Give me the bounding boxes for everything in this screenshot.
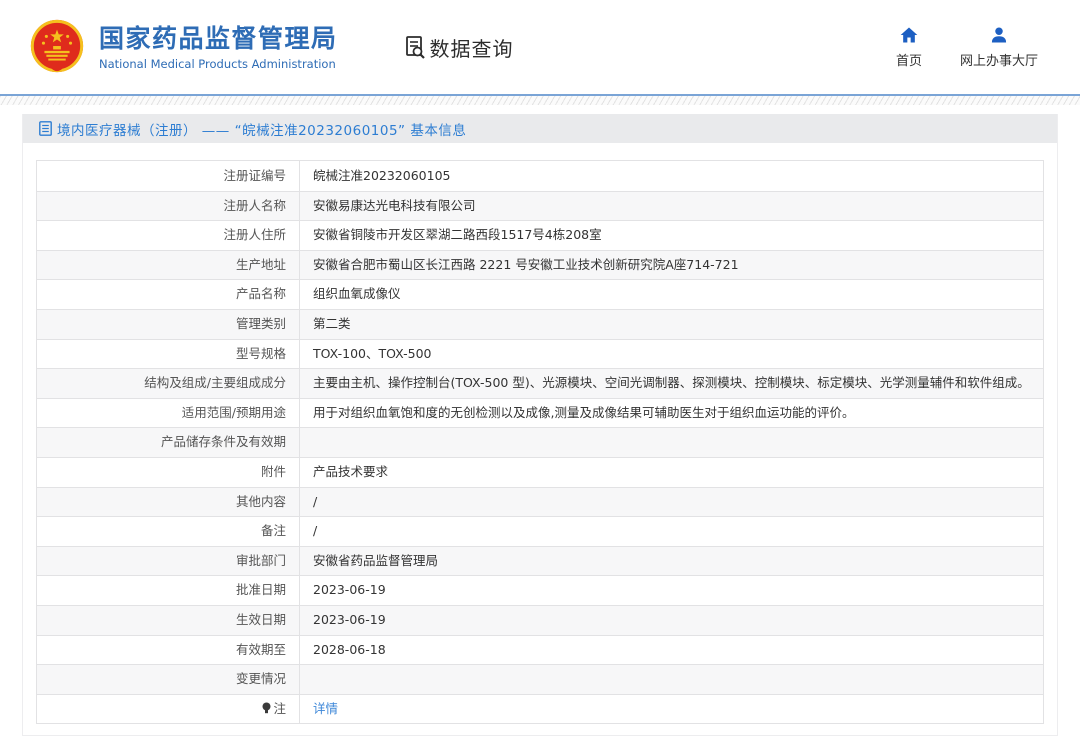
row-label: 生产地址 xyxy=(37,250,300,280)
row-label: 注册人名称 xyxy=(37,191,300,221)
table-row: 产品名称 组织血氧成像仪 xyxy=(37,279,1043,309)
row-value: 安徽省药品监督管理局 xyxy=(313,552,439,568)
row-value: 产品技术要求 xyxy=(313,463,389,479)
table-row: 注册人住所 安徽省铜陵市开发区翠湖二路西段1517号4栋208室 xyxy=(37,220,1043,250)
row-label: 产品名称 xyxy=(37,280,300,309)
row-value: TOX-100、TOX-500 xyxy=(313,345,432,361)
row-label: 备注 xyxy=(37,517,300,546)
panel-title-bar: 境内医疗器械（注册） —— “皖械注准20232060105” 基本信息 xyxy=(23,114,1057,143)
row-value: / xyxy=(313,493,318,509)
table-row: 批准日期 2023-06-19 xyxy=(37,575,1043,605)
brand[interactable]: 国家药品监督管理局 National Medical Products Admi… xyxy=(28,18,338,76)
row-label: 注 xyxy=(37,694,300,724)
row-value: 安徽省铜陵市开发区翠湖二路西段1517号4栋208室 xyxy=(313,227,602,243)
brand-title-en: National Medical Products Administration xyxy=(99,56,336,71)
page-title: 境内医疗器械（注册） —— “皖械注准20232060105” 基本信息 xyxy=(57,122,467,139)
row-value: 用于对组织血氧饱和度的无创检测以及成像,测量及成像结果可辅助医生对于组织血运功能… xyxy=(313,404,855,420)
user-icon xyxy=(991,27,1007,43)
row-value: 2028-06-18 xyxy=(313,641,386,657)
row-label: 其他内容 xyxy=(37,487,300,517)
table-row: 变更情况 xyxy=(37,664,1043,694)
row-label: 有效期至 xyxy=(37,635,300,665)
header-divider-hatch xyxy=(0,96,1080,105)
row-label: 附件 xyxy=(37,457,300,487)
row-value: 组织血氧成像仪 xyxy=(313,286,401,302)
row-value: 2023-06-19 xyxy=(313,582,386,598)
document-search-icon xyxy=(405,36,425,59)
document-icon xyxy=(39,121,52,136)
header-nav: 首页 网上办事大厅 xyxy=(896,25,1050,69)
info-table: 注册证编号 皖械注准20232060105 注册人名称 安徽易康达光电科技有限公司 注册… xyxy=(36,160,1044,725)
table-row: 生效日期 2023-06-19 xyxy=(37,604,1043,635)
table-row: 适用范围/预期用途 用于对组织血氧饱和度的无创检测以及成像,测量及成像结果可辅助医… xyxy=(37,397,1043,428)
row-value: 详情 xyxy=(300,695,1043,724)
row-label: 变更情况 xyxy=(37,665,300,694)
nav-service-hall[interactable]: 网上办事大厅 xyxy=(960,25,1038,69)
nav-home[interactable]: 首页 xyxy=(896,25,922,69)
detail-panel: 境内医疗器械（注册） —— “皖械注准20232060105” 基本信息 注册证… xyxy=(22,114,1058,737)
table-row: 型号规格 TOX-100、TOX-500 xyxy=(37,338,1043,369)
table-row: 备注 / xyxy=(37,516,1043,546)
table-row: 结构及组成/主要组成成分 主要由主机、操作控制台(TOX-500 型)、光源模块、… xyxy=(37,368,1043,398)
table-row: 审批部门 安徽省药品监督管理局 xyxy=(37,545,1043,576)
row-value xyxy=(300,428,1043,457)
row-value: 第二类 xyxy=(313,315,351,331)
row-value: 皖械注准20232060105 xyxy=(313,167,451,183)
details-link[interactable]: 详情 xyxy=(313,695,338,724)
row-label: 结构及组成/主要组成成分 xyxy=(37,369,300,398)
table-row: 注册人名称 安徽易康达光电科技有限公司 xyxy=(37,190,1043,221)
row-value: 主要由主机、操作控制台(TOX-500 型)、光源模块、空间光调制器、探测模块、… xyxy=(313,375,1030,391)
table-row: 有效期至 2028-06-18 xyxy=(37,634,1043,665)
row-label: 管理类别 xyxy=(37,309,300,339)
table-row: 注册证编号 皖械注准20232060105 xyxy=(37,161,1043,191)
table-row: 其他内容 / xyxy=(37,486,1043,517)
row-label: 审批部门 xyxy=(37,546,300,576)
row-label: 注册人住所 xyxy=(37,221,300,250)
row-value: / xyxy=(313,523,318,539)
table-row: 产品储存条件及有效期 xyxy=(37,427,1043,457)
data-query-section[interactable]: 数据查询 xyxy=(403,33,514,62)
brand-text: 国家药品监督管理局 National Medical Products Admi… xyxy=(99,23,338,70)
bulb-icon xyxy=(262,702,271,714)
nmpa-emblem-logo xyxy=(30,19,84,73)
table-row: 注详情 xyxy=(37,693,1043,724)
section-label: 数据查询 xyxy=(429,36,514,61)
table-row: 生产地址 安徽省合肥市蜀山区长江西路 2221 号安徽工业技术创新研究院A座714… xyxy=(37,249,1043,280)
row-label: 适用范围/预期用途 xyxy=(37,398,300,428)
nav-home-label: 首页 xyxy=(895,54,922,69)
site-header: 国家药品监督管理局 National Medical Products Admi… xyxy=(0,0,1080,94)
row-label: 产品储存条件及有效期 xyxy=(37,428,300,457)
nav-service-hall-label: 网上办事大厅 xyxy=(959,54,1038,69)
row-label: 批准日期 xyxy=(37,576,300,605)
home-icon xyxy=(900,27,918,43)
row-value: 安徽省合肥市蜀山区长江西路 2221 号安徽工业技术创新研究院A座714-721 xyxy=(313,256,739,272)
row-label: 生效日期 xyxy=(37,605,300,635)
brand-title-cn: 国家药品监督管理局 xyxy=(99,24,338,54)
table-row: 管理类别 第二类 xyxy=(37,308,1043,339)
row-value: 安徽易康达光电科技有限公司 xyxy=(313,197,476,213)
table-row: 附件 产品技术要求 xyxy=(37,456,1043,487)
row-value xyxy=(300,665,1043,694)
row-value: 2023-06-19 xyxy=(313,611,386,627)
row-label: 注册证编号 xyxy=(37,161,300,191)
row-label: 型号规格 xyxy=(37,339,300,369)
